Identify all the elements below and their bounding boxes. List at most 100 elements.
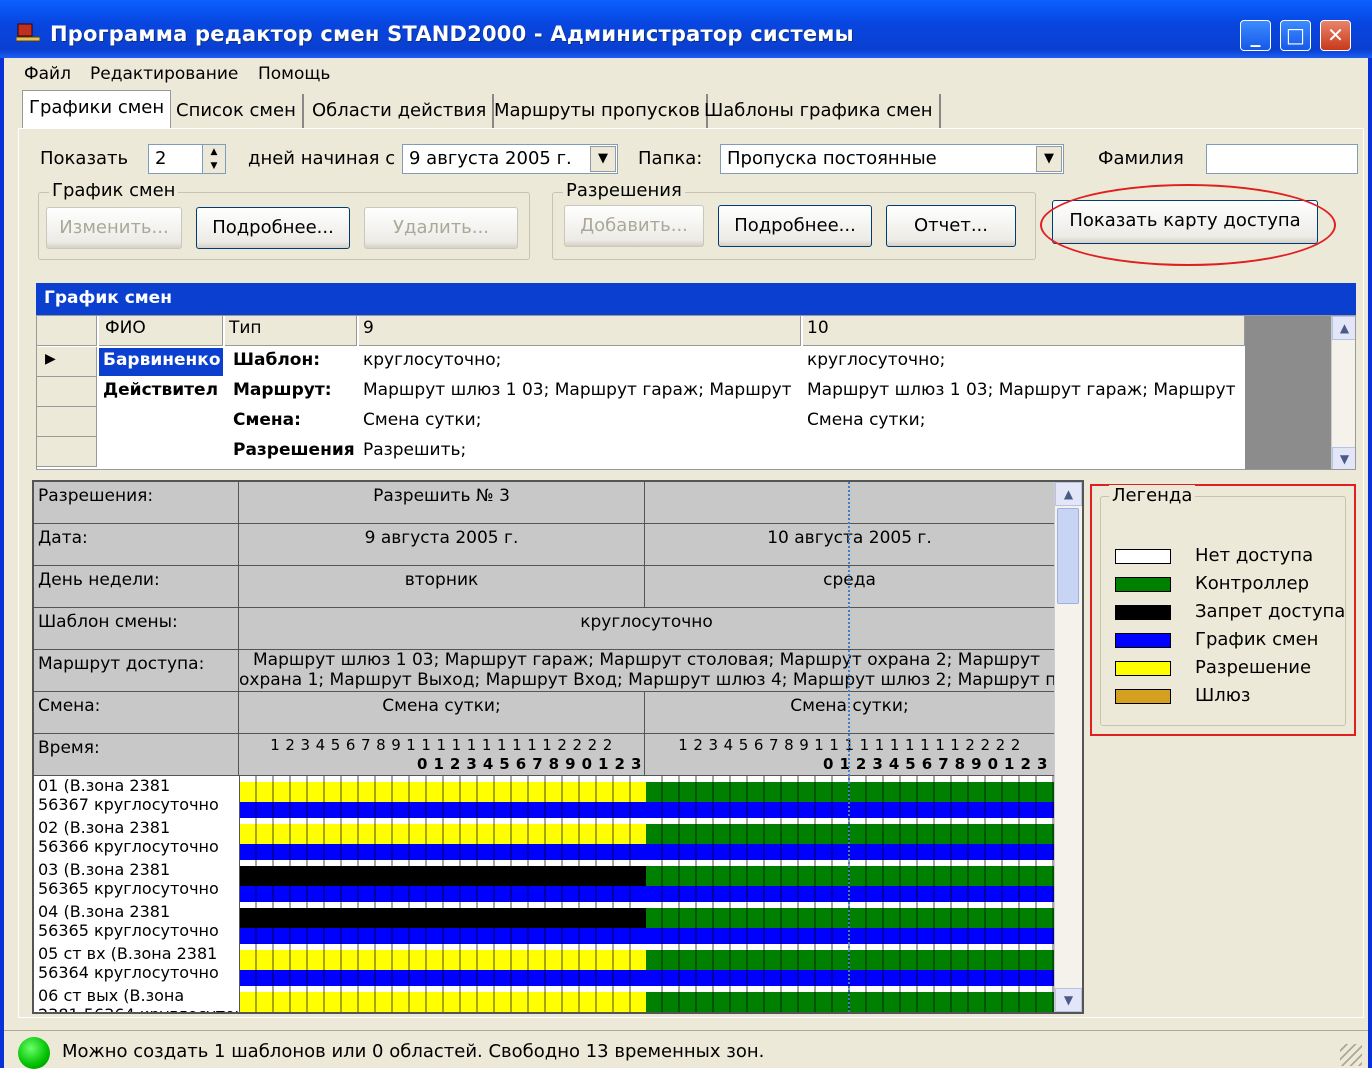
permission-details-button[interactable]: Подробнее... xyxy=(718,205,872,247)
type-cell: Маршрут: xyxy=(233,380,332,400)
minimize-button[interactable]: _ xyxy=(1240,20,1271,51)
day2-cell[interactable]: Маршрут шлюз 1 03; Маршрут гараж; Маршру… xyxy=(803,378,1245,402)
legend-swatch xyxy=(1115,661,1171,676)
scroll-down-icon[interactable]: ▼ xyxy=(1055,988,1082,1012)
grid-scrollbar[interactable]: ▲ ▼ xyxy=(1331,316,1355,469)
menu-help[interactable]: Помощь xyxy=(258,64,330,84)
spin-down-icon[interactable]: ▼ xyxy=(203,159,225,173)
col-header-type[interactable]: Тип xyxy=(225,316,357,346)
day2-cell[interactable]: круглосуточно; xyxy=(803,348,1245,372)
access-lane[interactable] xyxy=(240,944,646,986)
map-cell: Маршрут шлюз 1 03; Маршрут гараж; Маршру… xyxy=(238,650,1054,692)
map-row-weekday: День недели: вторник среда xyxy=(34,566,1054,608)
access-lane[interactable] xyxy=(646,860,1054,902)
menu-file[interactable]: Файл xyxy=(24,64,71,84)
resize-grip-icon[interactable] xyxy=(1340,1044,1362,1066)
access-lane[interactable] xyxy=(240,818,646,860)
schedule-details-button[interactable]: Подробнее... xyxy=(196,207,350,249)
day2-cell[interactable] xyxy=(803,438,1245,442)
row-selector[interactable]: ▶ xyxy=(37,347,97,377)
lane-zone-template: 2381 56364 круглосуточно xyxy=(38,1005,239,1012)
lane-zone-name: 02 (В.зона 2381 xyxy=(38,818,171,837)
show-label: Показать xyxy=(40,148,129,169)
map-scrollbar[interactable]: ▲ ▼ xyxy=(1054,482,1082,1012)
days-count-field[interactable]: 2 xyxy=(148,144,204,174)
folder-select[interactable]: Пропуска постоянные ▼ xyxy=(720,144,1064,174)
delete-schedule-button[interactable]: Удалить... xyxy=(364,207,518,249)
access-lane[interactable] xyxy=(240,902,646,944)
hour-ticks xyxy=(240,818,646,860)
day1-cell[interactable]: Смена сутки; xyxy=(359,408,801,432)
access-lane[interactable] xyxy=(646,986,1054,1014)
scroll-up-icon[interactable]: ▲ xyxy=(1332,316,1355,340)
legend-swatch xyxy=(1115,633,1171,648)
hour-ticks xyxy=(646,860,1054,902)
map-row-template: Шаблон смены: круглосуточно xyxy=(34,608,1054,650)
lane-zone-name: 06 ст вых (В.зона xyxy=(38,986,185,1005)
legend-label: Запрет доступа xyxy=(1195,601,1346,622)
edit-schedule-button[interactable]: Изменить... xyxy=(46,207,182,249)
menu-bar: Файл Редактирование Помощь xyxy=(4,58,1368,88)
map-label: Шаблон смены: xyxy=(38,612,178,632)
person-status-cell[interactable]: Действител xyxy=(99,378,223,406)
start-date-value: 9 августа 2005 г. xyxy=(409,148,572,169)
chevron-down-icon[interactable]: ▼ xyxy=(1036,146,1062,172)
type-cell: Смена: xyxy=(233,410,301,430)
col-header-day1[interactable]: 9 xyxy=(359,316,801,346)
access-lane[interactable] xyxy=(240,860,646,902)
legend-group: Легенда Нет доступа Контроллер Запрет дост… xyxy=(1100,485,1346,726)
close-button[interactable]: ✕ xyxy=(1320,20,1351,51)
map-label: Маршрут доступа: xyxy=(38,654,205,674)
map-cell: Разрешить № 3 xyxy=(238,482,644,524)
day1-cell[interactable]: круглосуточно; xyxy=(359,348,801,372)
tab-routes[interactable]: Маршруты пропусков xyxy=(488,94,708,128)
scroll-up-icon[interactable]: ▲ xyxy=(1055,482,1082,506)
access-lane[interactable] xyxy=(646,818,1054,860)
day2-cell[interactable]: Смена сутки; xyxy=(803,408,1245,432)
hour-ticks xyxy=(240,776,646,818)
schedule-stripe xyxy=(646,1012,1054,1014)
days-spinner[interactable]: ▲ ▼ xyxy=(202,144,226,174)
access-lane[interactable] xyxy=(646,944,1054,986)
col-header-day2[interactable]: 10 xyxy=(803,316,1245,346)
access-lane[interactable] xyxy=(240,776,646,818)
hour-ticks xyxy=(646,902,1054,944)
map-cell: 9 августа 2005 г. xyxy=(238,524,644,566)
person-name-cell[interactable]: Барвиненко xyxy=(99,348,223,376)
scroll-down-icon[interactable]: ▼ xyxy=(1332,447,1355,469)
schedule-group-title: График смен xyxy=(49,180,179,201)
day1-cell[interactable]: Маршрут шлюз 1 03; Маршрут гараж; Маршру… xyxy=(359,378,801,402)
day1-cell[interactable]: Разрешить; xyxy=(359,438,801,462)
tab-areas[interactable]: Области действия xyxy=(306,94,495,128)
access-lane[interactable] xyxy=(646,902,1054,944)
col-header-fio[interactable]: ФИО xyxy=(99,316,223,346)
scroll-thumb[interactable] xyxy=(1057,508,1079,604)
maximize-button[interactable]: □ xyxy=(1280,20,1311,51)
row-selector[interactable] xyxy=(37,407,97,437)
lane-zone-name: 04 (В.зона 2381 xyxy=(38,902,171,921)
hour-ticks xyxy=(646,944,1054,986)
surname-input[interactable] xyxy=(1206,144,1358,174)
access-lane[interactable] xyxy=(240,986,646,1012)
access-lane[interactable] xyxy=(646,776,1054,818)
hour-ticks xyxy=(646,818,1054,860)
close-icon: ✕ xyxy=(1327,23,1344,47)
hour-ticks xyxy=(646,986,1054,1012)
legend-label: Разрешение xyxy=(1195,657,1312,678)
tab-schedules[interactable]: Графики смен xyxy=(22,90,172,128)
add-permission-button[interactable]: Добавить... xyxy=(564,205,704,247)
route-line: охрана 1; Маршрут Выход; Маршрут Вход; М… xyxy=(239,670,1054,690)
folder-label: Папка: xyxy=(638,148,703,169)
report-button[interactable]: Отчет... xyxy=(886,205,1016,247)
tab-shift-list[interactable]: Список смен xyxy=(170,94,304,128)
legend-label: Контроллер xyxy=(1195,573,1309,594)
spin-up-icon[interactable]: ▲ xyxy=(203,145,225,159)
row-selector[interactable] xyxy=(37,377,97,407)
start-date-picker[interactable]: 9 августа 2005 г. ▼ xyxy=(402,144,618,174)
chevron-down-icon[interactable]: ▼ xyxy=(590,146,616,172)
menu-edit[interactable]: Редактирование xyxy=(90,64,238,84)
days-from-label: дней начиная с xyxy=(248,148,396,169)
row-selector[interactable] xyxy=(37,437,97,467)
tab-templates[interactable]: Шаблоны графика смен xyxy=(698,94,941,128)
title-bar[interactable]: Программа редактор смен STAND2000 - Адми… xyxy=(0,0,1372,58)
